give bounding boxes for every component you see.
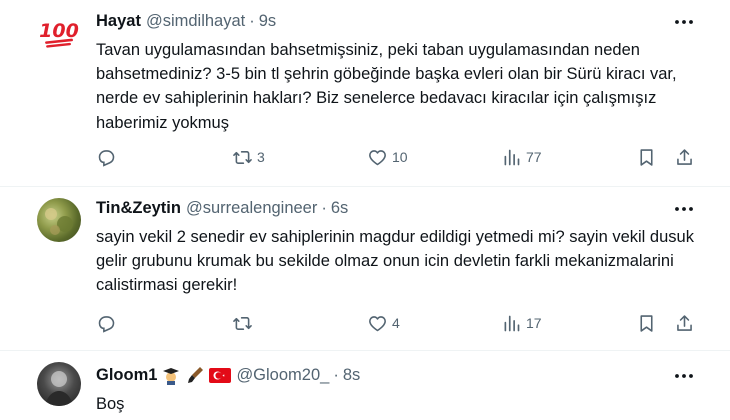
views-count: 77 xyxy=(526,149,542,165)
retweet-icon xyxy=(233,316,252,330)
tweet-text: sayin vekil 2 senedir ev sahiplerinin ma… xyxy=(96,228,694,295)
like-count: 10 xyxy=(392,149,408,165)
timestamp[interactable]: 8s xyxy=(343,366,360,385)
graduate-emoji-icon xyxy=(161,365,181,385)
heart-icon xyxy=(369,315,386,331)
retweet-count: 3 xyxy=(257,149,265,165)
reply-icon xyxy=(98,315,115,333)
paintbrush-emoji-icon xyxy=(185,365,205,385)
bookmark-icon xyxy=(640,314,653,332)
views-button[interactable]: 17 xyxy=(501,311,542,335)
like-count: 4 xyxy=(392,315,400,331)
tweet-header: Tin&Zeytin @surrealengineer · 6s xyxy=(96,197,348,219)
separator-dot: · xyxy=(333,365,339,384)
bookmark-button[interactable] xyxy=(636,311,657,335)
avatar[interactable]: 100 xyxy=(37,11,81,55)
separator-dot: · xyxy=(249,11,255,30)
author-name[interactable]: Hayat xyxy=(96,12,141,31)
retweet-button[interactable]: 3 xyxy=(232,145,265,169)
timestamp[interactable]: 9s xyxy=(259,12,276,31)
avatar[interactable] xyxy=(37,362,81,406)
reply-icon xyxy=(98,149,115,167)
avatar-photo-icon xyxy=(45,208,73,235)
share-button[interactable] xyxy=(674,145,695,169)
tweet-tin-zeytin[interactable]: Tin&Zeytin @surrealengineer · 6s sayin v… xyxy=(0,187,730,350)
svg-text:100: 100 xyxy=(39,20,79,42)
views-icon xyxy=(504,149,520,165)
more-options-icon[interactable] xyxy=(674,201,694,217)
like-button[interactable]: 10 xyxy=(367,145,408,169)
bookmark-icon xyxy=(640,148,653,166)
tweet-hayat[interactable]: 100 Hayat @simdilhayat · 9s Tavan uygula… xyxy=(0,0,730,186)
share-icon xyxy=(677,148,692,165)
author-handle[interactable]: @simdilhayat xyxy=(146,12,245,31)
separator-dot: · xyxy=(321,198,327,217)
retweet-button[interactable] xyxy=(232,311,257,335)
views-icon xyxy=(504,315,520,331)
author-name[interactable]: Gloom1 xyxy=(96,366,157,385)
like-button[interactable]: 4 xyxy=(367,311,400,335)
share-icon xyxy=(677,314,692,331)
more-options-icon[interactable] xyxy=(674,14,694,30)
tweet-actions: 3 10 77 xyxy=(96,145,696,169)
more-options-icon[interactable] xyxy=(674,368,694,384)
tweet-text: Tavan uygulamasından bahsetmişsiniz, pek… xyxy=(96,41,677,132)
heart-icon xyxy=(369,149,386,165)
avatar-photo-icon xyxy=(45,371,73,406)
tweet-header: Hayat @simdilhayat · 9s xyxy=(96,10,276,32)
hundred-points-icon: 100 xyxy=(39,20,79,48)
views-button[interactable]: 77 xyxy=(501,145,542,169)
avatar[interactable] xyxy=(37,198,81,242)
tweet-gloom1[interactable]: Gloom1 @Gloom20_ · 8s Boş xyxy=(0,351,730,420)
author-handle[interactable]: @surrealengineer xyxy=(186,199,317,218)
tweet-actions: 4 17 xyxy=(96,311,696,335)
bookmark-button[interactable] xyxy=(636,145,657,169)
views-count: 17 xyxy=(526,315,542,331)
reply-button[interactable] xyxy=(96,311,121,335)
timestamp[interactable]: 6s xyxy=(331,199,348,218)
reply-button[interactable] xyxy=(96,145,121,169)
share-button[interactable] xyxy=(674,311,695,335)
tweet-text: Boş xyxy=(96,395,125,413)
turkey-flag-icon xyxy=(209,367,232,383)
tweet-header: Gloom1 @Gloom20_ · 8s xyxy=(96,364,360,386)
author-name[interactable]: Tin&Zeytin xyxy=(96,199,181,218)
author-handle[interactable]: @Gloom20_ xyxy=(236,366,329,385)
retweet-icon xyxy=(233,150,252,164)
